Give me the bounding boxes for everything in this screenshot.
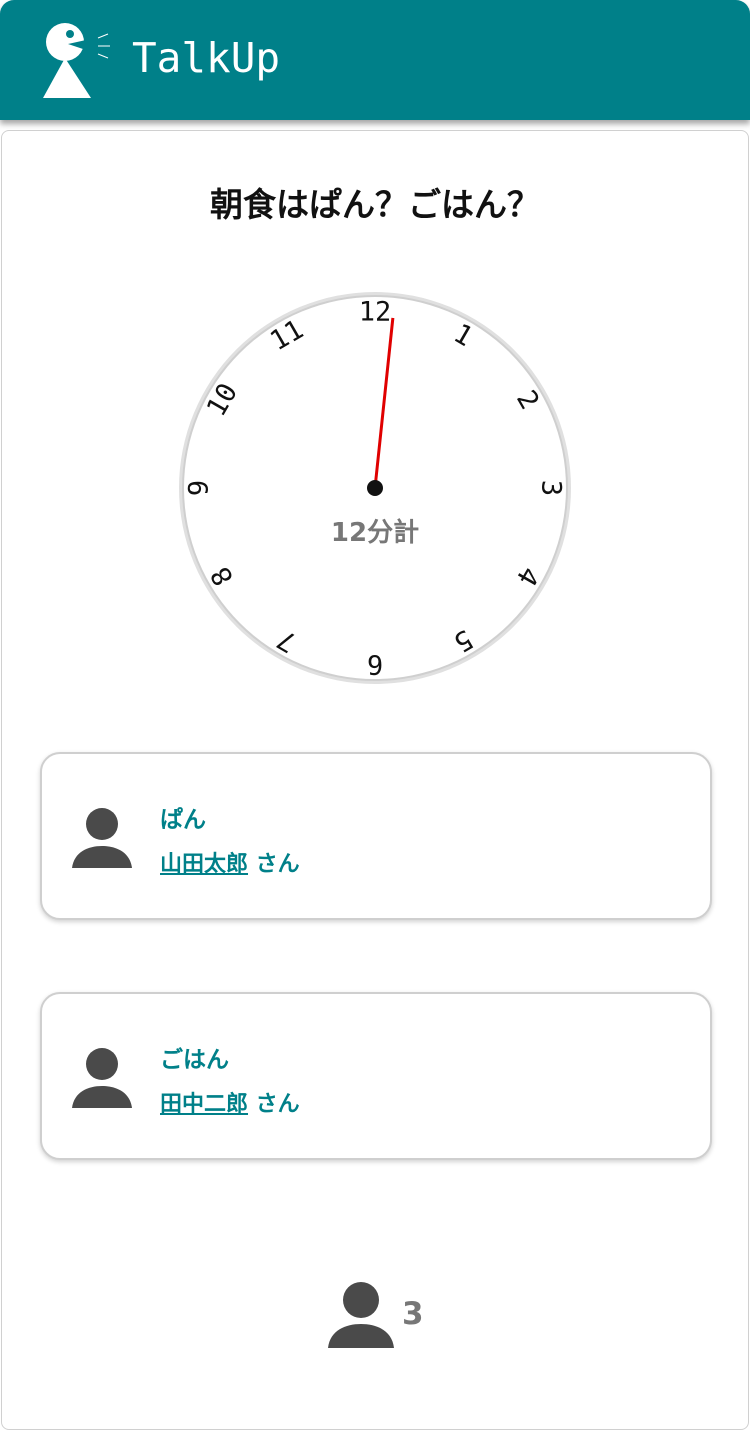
person-icon [72, 1048, 132, 1108]
participant-count-value: 3 [402, 1296, 424, 1332]
answer-text: ごはん [160, 1047, 229, 1073]
clock-face: 121234567891011 [179, 292, 571, 684]
clock-number: 9 [184, 480, 215, 496]
clock-label: 12分計 [330, 518, 420, 548]
answer-author: 田中二郎 さん [160, 1086, 300, 1118]
clock-number: 3 [536, 480, 567, 496]
app-header: TalkUp [0, 0, 750, 120]
clock-center-dot [367, 480, 383, 496]
answer-text: ぱん [160, 807, 206, 833]
clock-number: 12 [359, 297, 392, 328]
twelve-minute-timer: 12 1 2 3 4 5 6 7 8 9 10 11 [176, 289, 574, 687]
answer-card: ぱん 山田太郎 さん [40, 752, 712, 920]
author-link[interactable]: 田中二郎 [160, 1092, 248, 1117]
author-link[interactable]: 山田太郎 [160, 852, 248, 877]
answer-author: 山田太郎 さん [160, 846, 300, 878]
topic-title: 朝食はぱん？ごはん？ [210, 185, 540, 224]
honorific: さん [248, 852, 300, 877]
clock-number: 6 [367, 649, 383, 680]
person-icon [328, 1282, 394, 1348]
honorific: さん [248, 1092, 300, 1117]
app-title: TalkUp [132, 34, 281, 82]
speaking-person-icon [43, 23, 110, 98]
person-icon [72, 808, 132, 868]
answer-card: ごはん 田中二郎 さん [40, 992, 712, 1160]
